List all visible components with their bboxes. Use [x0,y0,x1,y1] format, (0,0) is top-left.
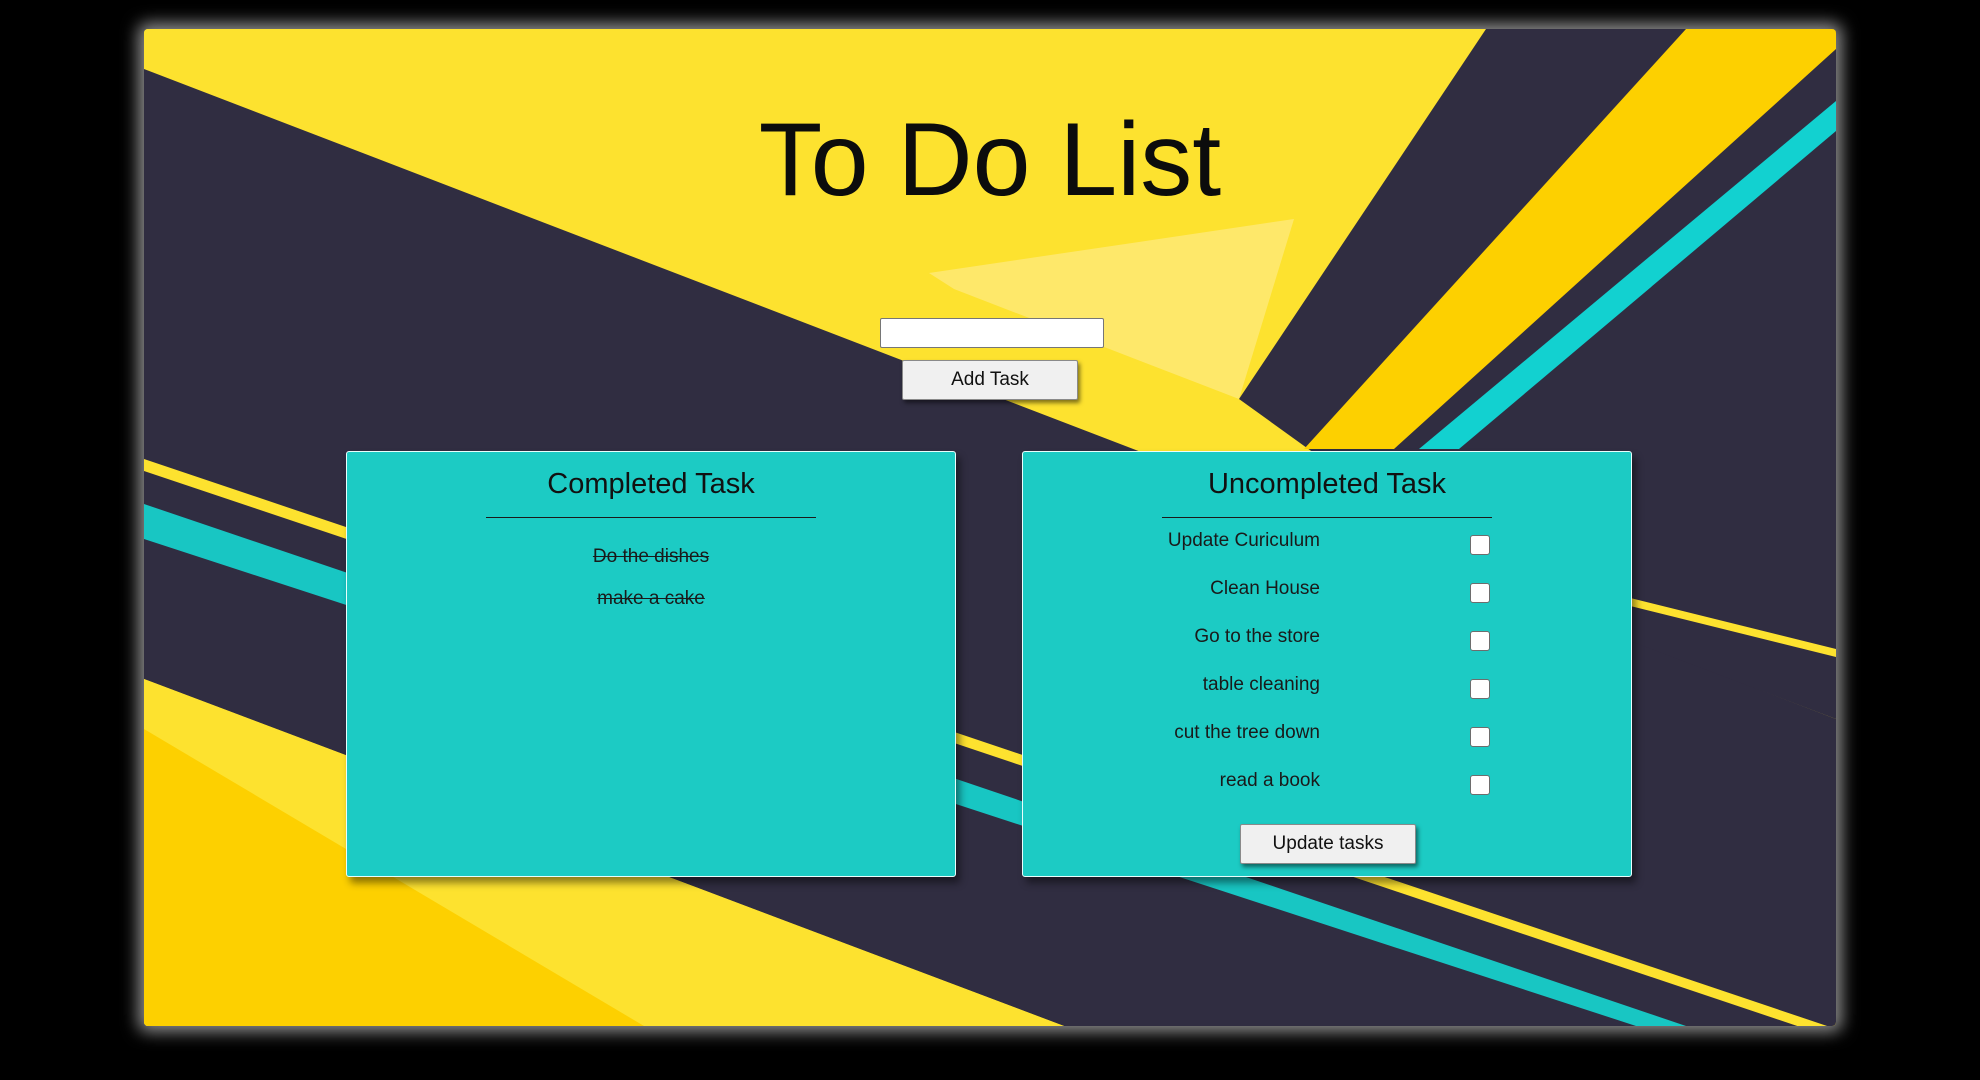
update-tasks-button[interactable]: Update tasks [1240,824,1416,864]
task-label: table cleaning [1202,674,1320,695]
task-label: Update Curiculum [1167,530,1320,551]
completed-task-list: Do the dishes make a cake [347,546,955,630]
completed-task-item: make a cake [597,588,705,609]
uncompleted-task-row: Update Curiculum [1023,530,1631,560]
task-label: cut the tree down [1174,722,1320,743]
completed-title-divider [486,517,816,518]
uncompleted-task-row: Go to the store [1023,626,1631,656]
uncompleted-title-divider [1162,517,1492,518]
uncompleted-panel-title: Uncompleted Task [1207,468,1447,500]
task-checkbox[interactable] [1470,631,1490,651]
task-checkbox[interactable] [1470,583,1490,603]
task-label: Go to the store [1194,626,1320,647]
uncompleted-tasks-panel: Uncompleted Task Update Curiculum Clean … [1022,451,1632,877]
completed-panel-title: Completed Task [547,468,755,500]
uncompleted-task-row: Clean House [1023,578,1631,608]
completed-task-item: Do the dishes [592,546,710,567]
app-window: To Do List Add Task Completed Task Do th… [144,29,1836,1026]
task-checkbox[interactable] [1470,535,1490,555]
task-checkbox[interactable] [1470,679,1490,699]
add-task-button[interactable]: Add Task [902,360,1078,400]
task-label: Clean House [1210,578,1320,599]
task-checkbox[interactable] [1470,727,1490,747]
page-title: To Do List [758,102,1222,218]
new-task-input[interactable] [880,318,1104,348]
uncompleted-task-row: read a book [1023,770,1631,800]
completed-tasks-panel: Completed Task Do the dishes make a cake [346,451,956,877]
uncompleted-task-row: cut the tree down [1023,722,1631,752]
task-label: read a book [1219,770,1320,791]
uncompleted-task-row: table cleaning [1023,674,1631,704]
task-checkbox[interactable] [1470,775,1490,795]
